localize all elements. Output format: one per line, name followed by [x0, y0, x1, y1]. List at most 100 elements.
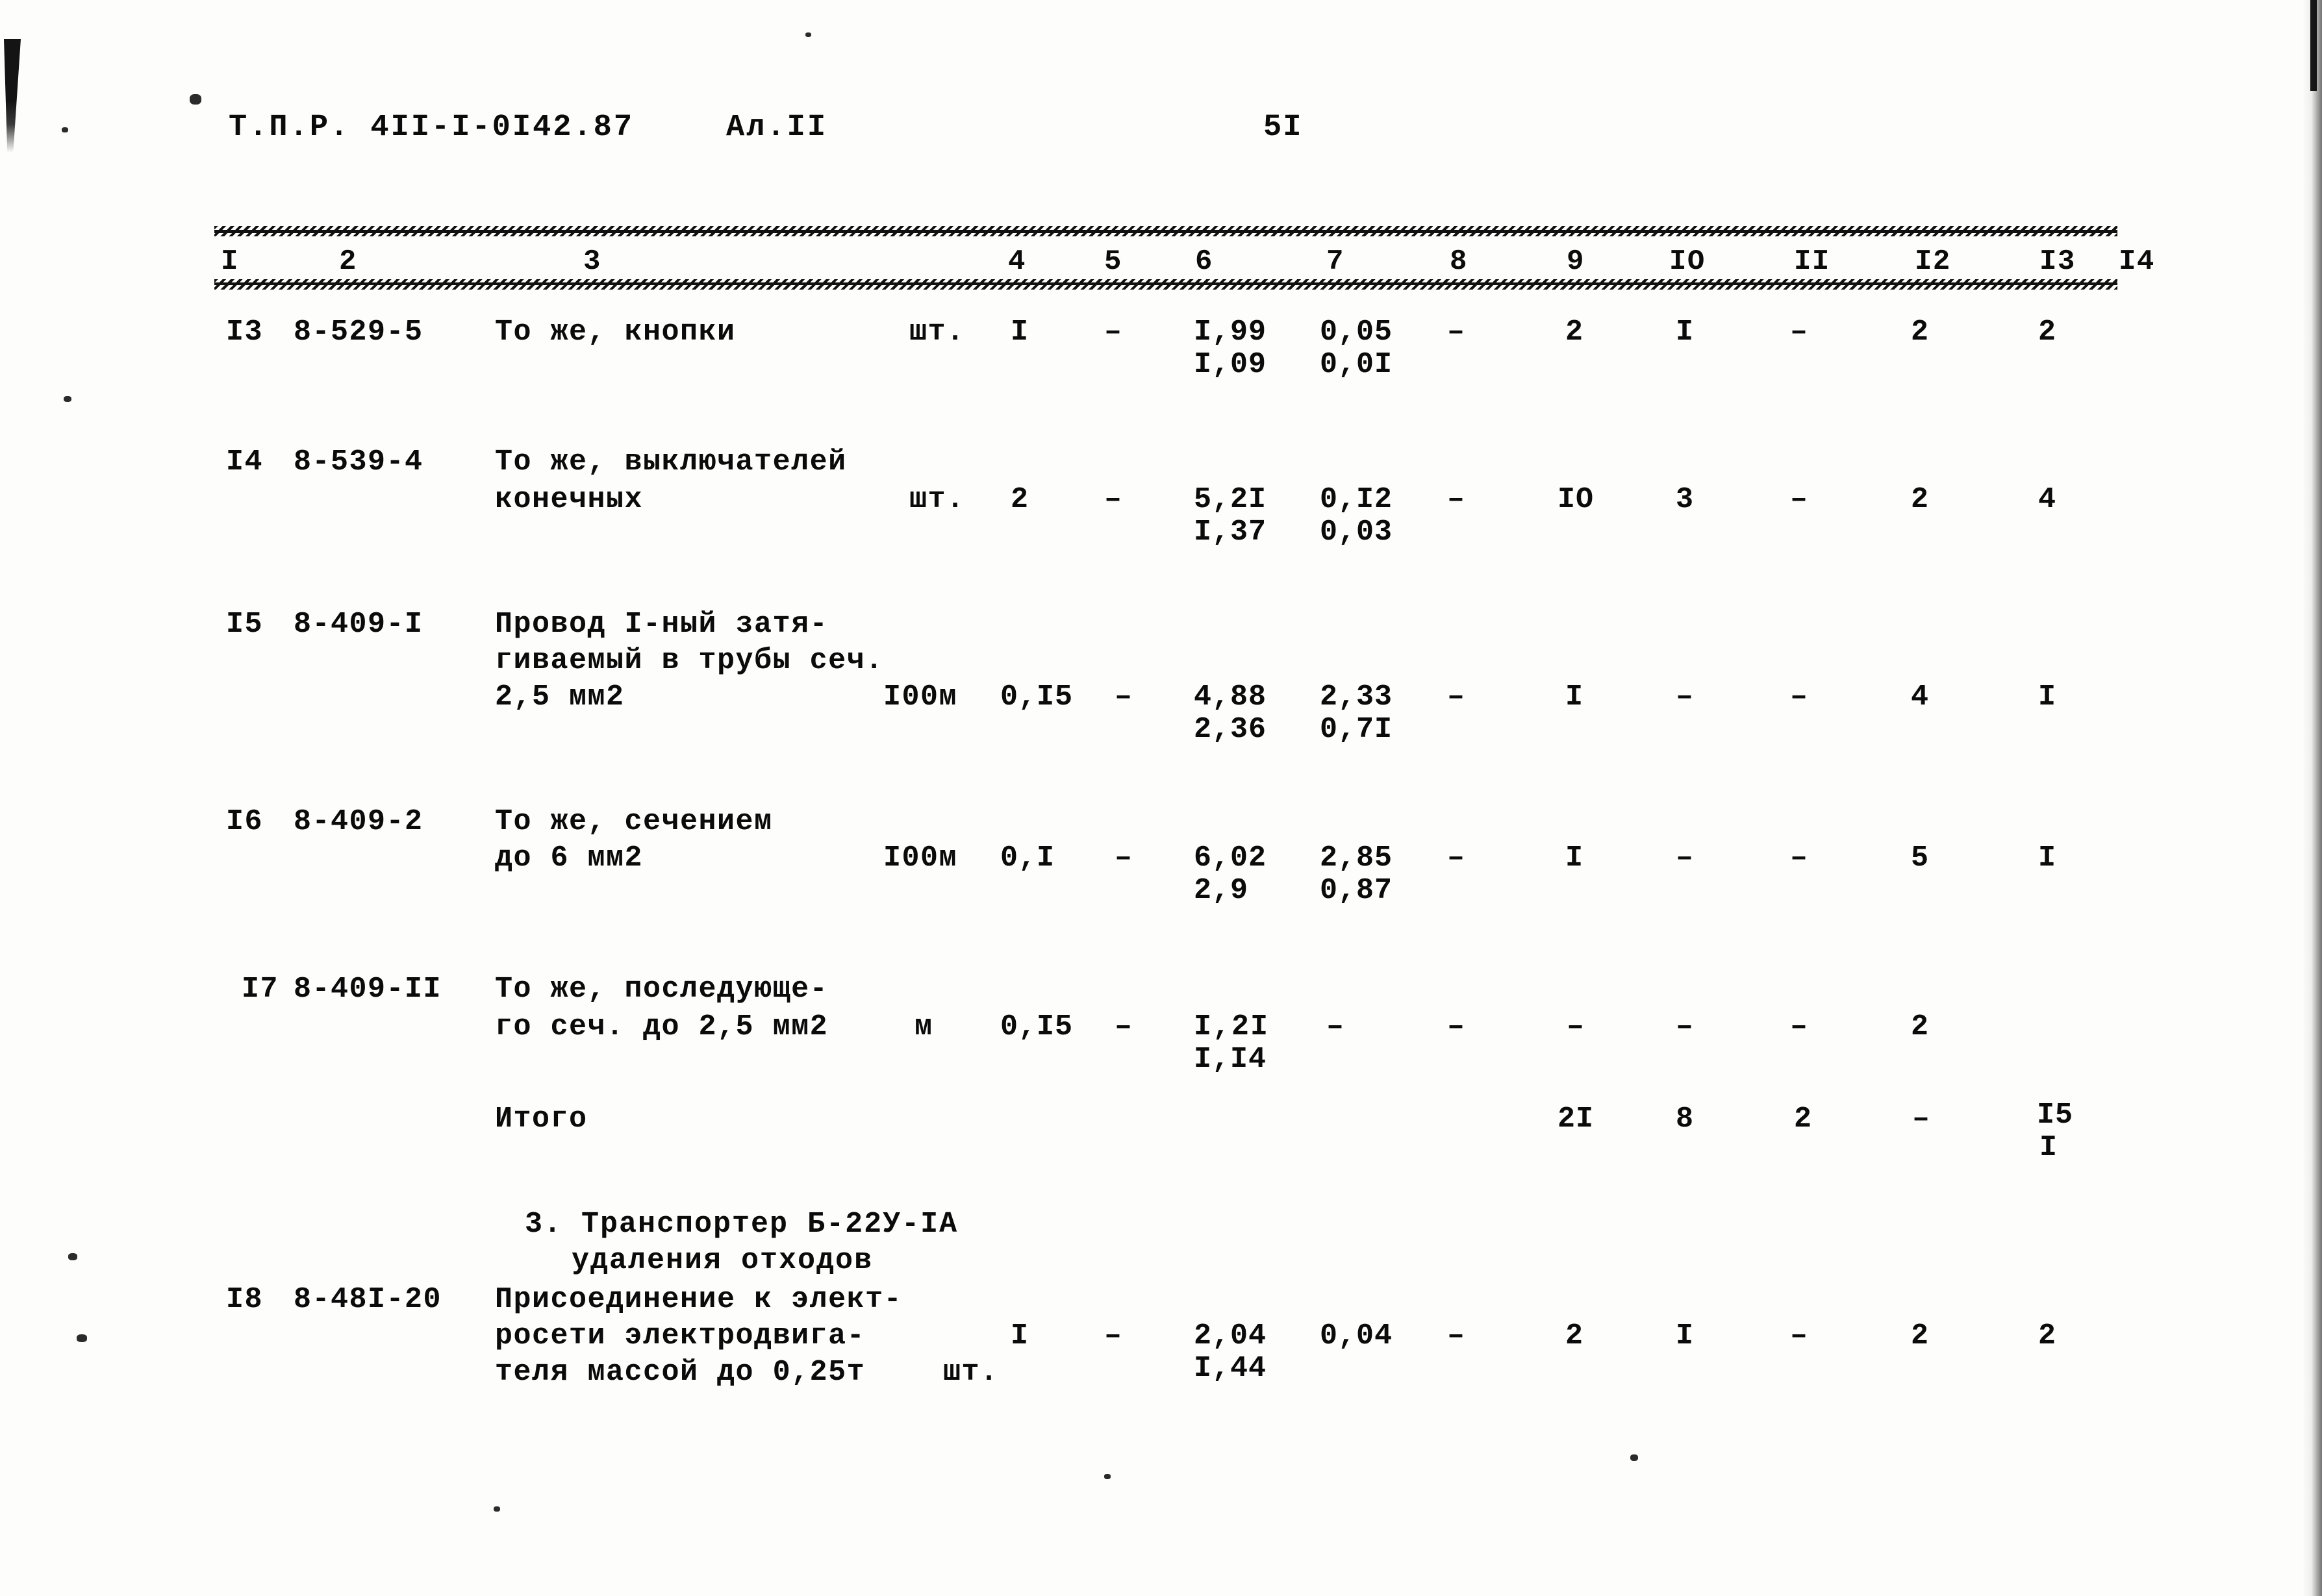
row-description: Присоединение к элект-: [495, 1283, 903, 1316]
row-unit: I00м: [883, 680, 958, 714]
row-col6-bottom: I,44: [1194, 1352, 1267, 1385]
row-col12: 2: [1911, 483, 1930, 516]
column-header-6: 6: [1195, 245, 1213, 278]
row-code: 8-539-4: [294, 445, 423, 479]
total-row-col9: 2I: [1558, 1103, 1595, 1136]
scan-edge-artifact-right: [2303, 0, 2322, 1596]
total-row-col13-bottom: I: [2039, 1131, 2058, 1164]
total-row-col11: 2: [1794, 1103, 1813, 1136]
row-col11: –: [1790, 842, 1809, 875]
row-col6-bottom: 2,36: [1194, 713, 1267, 746]
total-row-col13-top: I5: [2037, 1099, 2074, 1132]
row-col7: –: [1326, 1010, 1345, 1043]
row-description: Провод I-ный затя-: [495, 608, 829, 641]
scan-speck: [494, 1506, 500, 1512]
row-col6-bottom: I,09: [1194, 348, 1267, 381]
row-col8: –: [1447, 1319, 1466, 1353]
row-col7-bottom: 0,7I: [1320, 713, 1393, 746]
column-header-13: I3: [2039, 245, 2076, 278]
row-code: 8-409-II: [294, 973, 442, 1006]
row-col12: 2: [1911, 1319, 1930, 1353]
column-header-14: I4: [2119, 245, 2155, 278]
row-col6-top: I,99: [1194, 316, 1267, 349]
row-col11: –: [1790, 316, 1809, 349]
row-col6-top: 4,88: [1194, 680, 1267, 714]
row-col9: –: [1567, 1010, 1585, 1043]
scan-speck: [64, 396, 71, 402]
row-description: То же, последующе-: [495, 973, 829, 1006]
row-col11: –: [1790, 1010, 1809, 1043]
row-col4: I: [1011, 1319, 1029, 1353]
row-col12: 5: [1911, 842, 1930, 875]
row-col5: –: [1115, 842, 1133, 875]
row-col5: –: [1115, 680, 1133, 714]
row-description: до 6 мм2: [495, 842, 644, 875]
document-header-code: Т.П.Р. 4II-I-0I42.87: [229, 110, 635, 145]
row-number: I8: [226, 1283, 264, 1316]
row-col11: –: [1790, 680, 1809, 714]
row-col9: I: [1565, 842, 1584, 875]
row-col7-bottom: 0,03: [1320, 516, 1393, 549]
row-description: росети электродвига-: [495, 1319, 866, 1353]
row-unit: шт.: [943, 1356, 999, 1389]
row-col13: 4: [2038, 483, 2057, 516]
row-description: го сеч. до 2,5 мм2: [495, 1010, 829, 1043]
row-col4: 0,I: [1000, 842, 1055, 875]
row-col4: 2: [1011, 483, 1029, 516]
row-col13: I: [2038, 842, 2057, 875]
row-description: 2,5 мм2: [495, 680, 625, 714]
row-number: I5: [226, 608, 264, 641]
row-unit: I00м: [883, 842, 958, 875]
scanned-page: Т.П.Р. 4II-I-0I42.87 Ал.II 5I I 2 3 4 5 …: [0, 0, 2322, 1596]
row-col5: –: [1104, 1319, 1123, 1353]
scan-speck: [68, 1253, 77, 1260]
table-rule-under-headers: [214, 279, 2117, 290]
row-col6-top: 5,2I: [1194, 483, 1267, 516]
row-col6-bottom: I,I4: [1194, 1043, 1267, 1076]
scan-speck: [1104, 1474, 1111, 1479]
row-col8: –: [1447, 680, 1466, 714]
row-col5: –: [1104, 316, 1123, 349]
row-col6-bottom: 2,9: [1194, 874, 1249, 907]
scan-edge-artifact-left: [4, 39, 21, 153]
row-col6-top: I,2I: [1194, 1012, 1269, 1043]
scan-speck: [805, 32, 811, 37]
section-title-line1: 3. Транспортер Б-22У-IA: [525, 1208, 959, 1241]
scan-speck: [190, 94, 201, 105]
row-col10: I: [1676, 316, 1695, 349]
column-header-5: 5: [1104, 245, 1122, 278]
row-col10: 3: [1676, 483, 1695, 516]
column-header-10: IO: [1669, 245, 1706, 278]
row-unit: шт.: [909, 316, 965, 349]
row-col12: 2: [1911, 316, 1930, 349]
row-number: I7: [242, 973, 279, 1006]
row-description: гиваемый в трубы сеч.: [495, 644, 884, 677]
scan-speck: [1630, 1454, 1638, 1461]
row-col9: I: [1565, 680, 1584, 714]
row-col8: –: [1447, 1010, 1466, 1043]
row-code: 8-409-2: [294, 805, 423, 838]
row-col9: 2: [1565, 316, 1584, 349]
row-col4: I: [1011, 316, 1029, 349]
row-col4: 0,I5: [1000, 1010, 1074, 1043]
row-col6-top-value: I,2I: [1194, 1010, 1270, 1043]
row-col13: 2: [2038, 1319, 2057, 1353]
row-number: I4: [226, 445, 264, 479]
row-col7-bottom: 0,87: [1320, 874, 1393, 907]
row-col12: 4: [1911, 680, 1930, 714]
row-code: 8-409-I: [294, 608, 423, 641]
row-col6-bottom: I,37: [1194, 516, 1267, 549]
row-col6-top: 6,02: [1194, 842, 1267, 875]
row-code: 8-529-5: [294, 316, 423, 349]
row-col7-top: 2,85: [1320, 842, 1393, 875]
row-col5: –: [1115, 1010, 1133, 1043]
row-col7-top: 0,05: [1320, 316, 1393, 349]
scan-speck: [77, 1334, 87, 1342]
row-unit: м: [915, 1010, 933, 1043]
row-col9: IO: [1558, 483, 1595, 516]
row-col11: –: [1790, 483, 1809, 516]
row-col10: –: [1676, 680, 1695, 714]
column-header-9: 9: [1567, 245, 1585, 278]
row-col13: 2: [2038, 316, 2057, 349]
row-col5: –: [1104, 483, 1123, 516]
